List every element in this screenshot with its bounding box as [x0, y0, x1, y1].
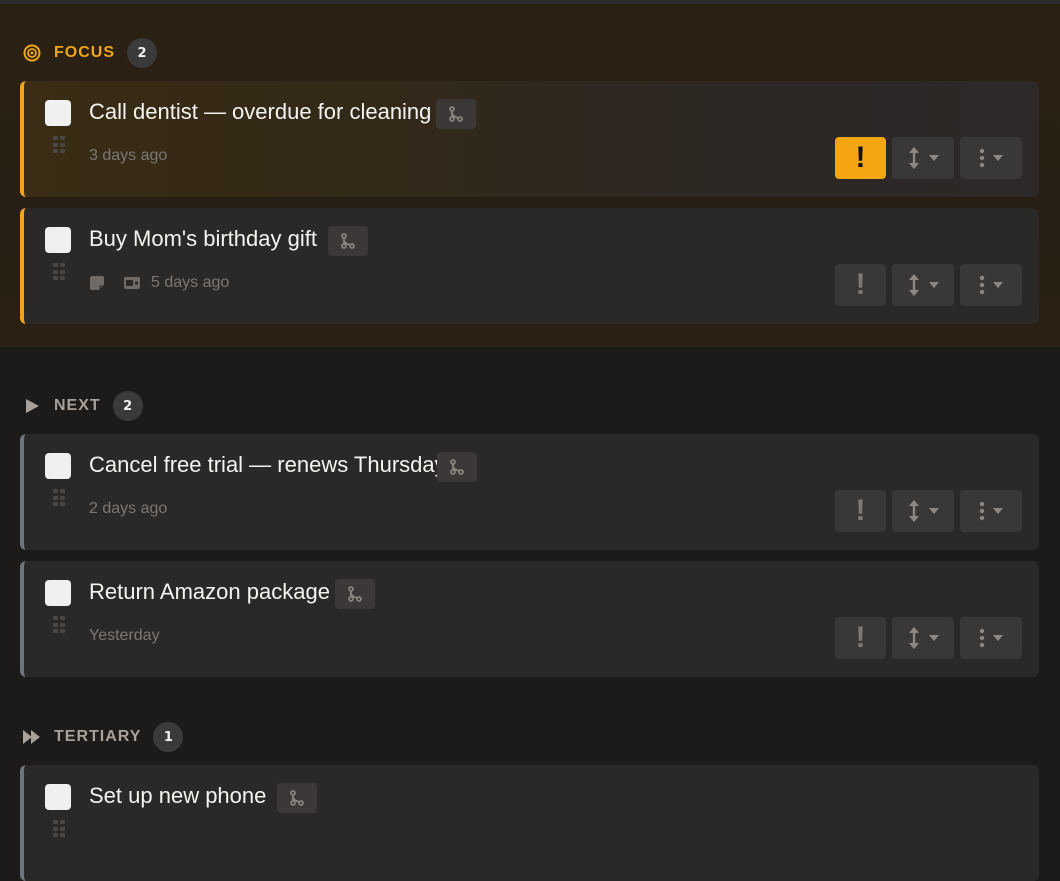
priority-button[interactable]: !	[835, 264, 886, 306]
kebab-menu-icon	[979, 148, 985, 168]
branch-icon	[449, 106, 463, 122]
priority-button[interactable]: !	[835, 490, 886, 532]
task-checkbox[interactable]	[45, 784, 71, 810]
chevron-down-icon	[993, 155, 1003, 161]
task-actions: !	[835, 617, 1022, 659]
drag-handle-icon[interactable]	[53, 616, 65, 634]
task-title[interactable]: Set up new phone	[89, 783, 266, 809]
task-meta: 2 days ago	[89, 500, 167, 518]
chevron-down-icon	[929, 635, 939, 641]
move-dropdown-button[interactable]	[892, 264, 954, 306]
note-icon	[89, 275, 105, 291]
section-header-next[interactable]: NEXT 2	[22, 390, 143, 422]
branch-icon	[450, 459, 464, 475]
drag-handle-icon[interactable]	[53, 489, 65, 507]
task-card[interactable]: Cancel free trial — renews Thursday 2 da…	[20, 434, 1039, 550]
task-actions: !	[835, 137, 1022, 179]
task-card[interactable]: Call dentist — overdue for cleaning 3 da…	[20, 81, 1039, 197]
task-age: 3 days ago	[89, 147, 168, 164]
vertical-arrows-icon	[909, 627, 919, 649]
task-age: 2 days ago	[89, 500, 168, 517]
branch-icon	[290, 790, 304, 806]
kebab-menu-icon	[979, 275, 985, 295]
task-checkbox[interactable]	[45, 453, 71, 479]
task-title[interactable]: Return Amazon package	[89, 579, 330, 605]
task-card[interactable]: Return Amazon package Yesterday !	[20, 561, 1039, 677]
chevron-down-icon	[993, 635, 1003, 641]
drag-handle-icon[interactable]	[53, 263, 65, 281]
subtask-branch-button[interactable]	[277, 783, 317, 813]
chevron-down-icon	[993, 508, 1003, 514]
branch-icon	[348, 586, 362, 602]
drag-handle-icon[interactable]	[53, 820, 65, 838]
chevron-down-icon	[929, 155, 939, 161]
more-options-button[interactable]	[960, 264, 1022, 306]
task-age: Yesterday	[89, 627, 160, 644]
kebab-menu-icon	[979, 501, 985, 521]
section-title: NEXT	[54, 397, 101, 414]
branch-icon	[341, 233, 355, 249]
more-options-button[interactable]	[960, 617, 1022, 659]
move-dropdown-button[interactable]	[892, 490, 954, 532]
vertical-arrows-icon	[909, 274, 919, 296]
task-card[interactable]: Buy Mom's birthday gift 5 days ago !	[20, 208, 1039, 324]
section-header-focus[interactable]: FOCUS 2	[22, 37, 157, 69]
move-dropdown-button[interactable]	[892, 617, 954, 659]
task-card[interactable]: Set up new phone	[20, 765, 1039, 881]
subtask-branch-button[interactable]	[436, 99, 476, 129]
task-age: 5 days ago	[151, 274, 230, 291]
play-icon	[22, 396, 42, 416]
task-actions: !	[835, 490, 1022, 532]
section-title: FOCUS	[54, 44, 115, 61]
fast-forward-icon	[22, 727, 42, 747]
task-checkbox[interactable]	[45, 580, 71, 606]
section-title: TERTIARY	[54, 728, 142, 745]
vertical-arrows-icon	[909, 147, 919, 169]
chevron-down-icon	[929, 282, 939, 288]
section-focus: FOCUS 2 Call dentist — overdue for clean…	[0, 4, 1060, 347]
task-meta: Yesterday	[89, 627, 160, 645]
priority-button[interactable]: !	[835, 137, 886, 179]
task-meta: 5 days ago	[89, 274, 229, 292]
section-header-tertiary[interactable]: TERTIARY 1	[22, 721, 184, 753]
task-actions: !	[835, 264, 1022, 306]
section-count-badge: 2	[112, 391, 143, 421]
task-meta: 3 days ago	[89, 147, 167, 165]
task-checkbox[interactable]	[45, 100, 71, 126]
chevron-down-icon	[993, 282, 1003, 288]
vertical-arrows-icon	[909, 500, 919, 522]
link-icon	[123, 275, 141, 291]
drag-handle-icon[interactable]	[53, 136, 65, 154]
priority-button[interactable]: !	[835, 617, 886, 659]
section-count-badge: 2	[127, 38, 157, 68]
subtask-branch-button[interactable]	[335, 579, 375, 609]
move-dropdown-button[interactable]	[892, 137, 954, 179]
task-checkbox[interactable]	[45, 227, 71, 253]
kebab-menu-icon	[979, 628, 985, 648]
task-title[interactable]: Cancel free trial — renews Thursday	[89, 452, 446, 478]
task-title[interactable]: Call dentist — overdue for cleaning	[89, 99, 431, 125]
more-options-button[interactable]	[960, 490, 1022, 532]
subtask-branch-button[interactable]	[437, 452, 477, 482]
task-title[interactable]: Buy Mom's birthday gift	[89, 226, 317, 252]
section-count-badge: 1	[153, 722, 184, 752]
more-options-button[interactable]	[960, 137, 1022, 179]
subtask-branch-button[interactable]	[328, 226, 368, 256]
chevron-down-icon	[929, 508, 939, 514]
target-icon	[22, 43, 42, 63]
